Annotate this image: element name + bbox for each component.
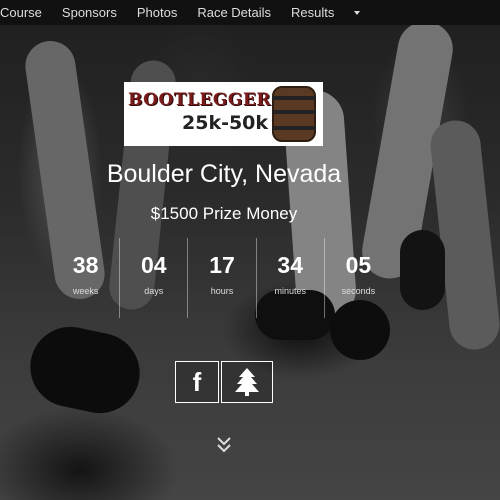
facebook-icon: f: [192, 366, 202, 397]
prize-money: $1500 Prize Money: [150, 204, 298, 223]
barrel-icon: [272, 86, 316, 142]
nav-results[interactable]: Results: [281, 0, 344, 25]
nav-photos[interactable]: Photos: [127, 0, 187, 25]
double-chevron-down-icon[interactable]: [216, 436, 232, 454]
countdown-minutes: 34 minutes: [255, 238, 324, 318]
countdown-minutes-label: minutes: [274, 286, 306, 296]
countdown-seconds: 05 seconds: [323, 238, 392, 318]
countdown-weeks: 38 weeks: [52, 238, 119, 318]
countdown-hours-label: hours: [210, 286, 234, 296]
countdown-hours: 17 hours: [187, 238, 255, 318]
pine-tree-icon: [235, 368, 259, 396]
nav-course[interactable]: Course: [0, 0, 52, 25]
countdown-weeks-value: 38: [72, 252, 99, 278]
nav-dropdown-caret-icon[interactable]: [354, 10, 361, 15]
top-navbar: Course Sponsors Photos Race Details Resu…: [0, 0, 500, 25]
logo-word: BOOTLEGGER: [128, 90, 271, 110]
nav-race-details[interactable]: Race Details: [187, 0, 281, 25]
countdown-seconds-value: 05: [345, 252, 372, 278]
countdown-days: 04 days: [119, 238, 187, 318]
countdown-seconds-label: seconds: [341, 286, 376, 296]
countdown-days-label: days: [144, 286, 164, 296]
countdown-hours-value: 17: [209, 252, 235, 278]
nav-sponsors[interactable]: Sponsors: [52, 0, 127, 25]
countdown-weeks-label: weeks: [72, 286, 99, 296]
countdown-days-value: 04: [141, 252, 167, 278]
logo-distance: 25k-50k: [182, 112, 269, 134]
pine-tree-button[interactable]: [221, 361, 273, 403]
countdown-timer: 38 weeks 04 days 17 hours 34 minutes 05 …: [52, 238, 392, 318]
countdown-minutes-value: 34: [277, 252, 303, 278]
event-logo: BOOTLEGGER 25k-50k: [124, 82, 323, 146]
event-location: Boulder City, Nevada: [106, 160, 342, 188]
facebook-button[interactable]: f: [175, 361, 219, 403]
